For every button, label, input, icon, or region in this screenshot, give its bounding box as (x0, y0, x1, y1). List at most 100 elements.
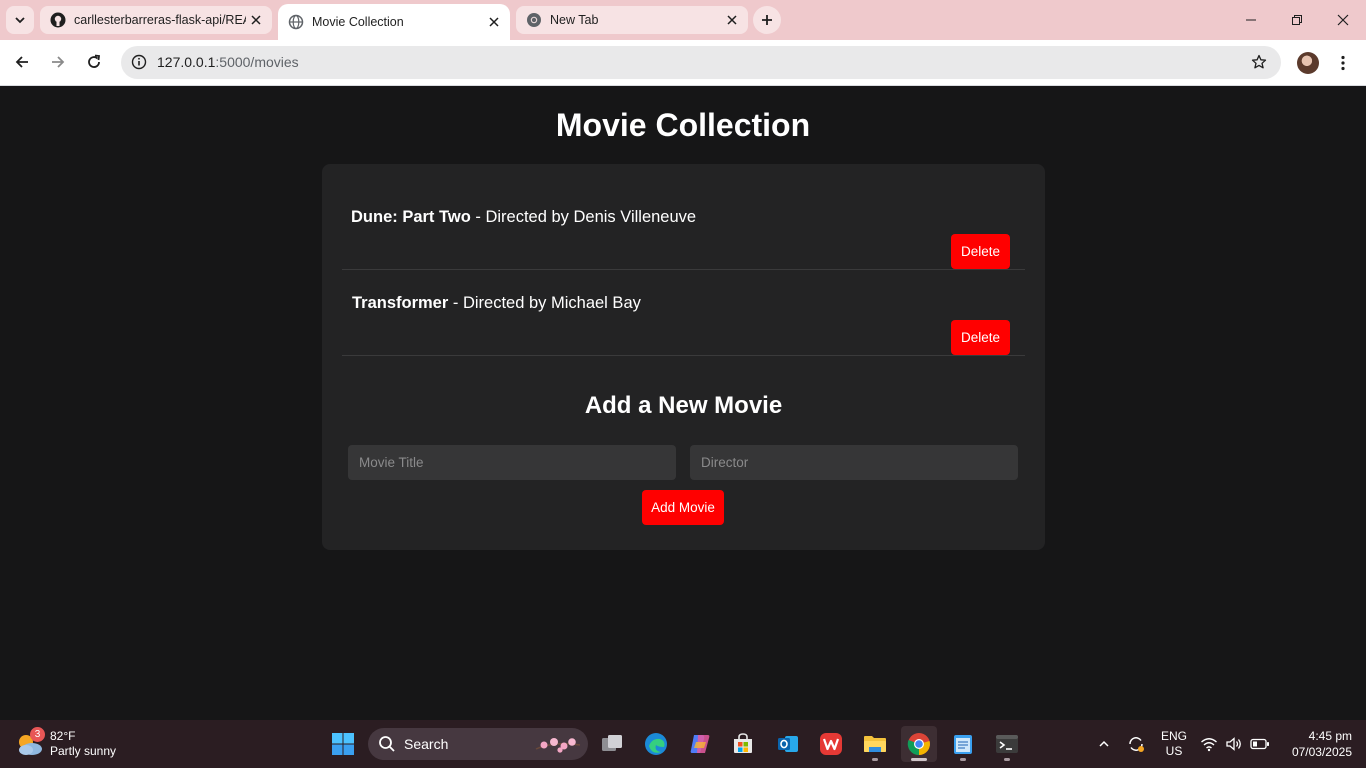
chrome-icon (526, 12, 542, 28)
weather-badge: 3 (30, 727, 45, 742)
clock-date: 07/03/2025 (1291, 745, 1352, 759)
arrow-left-icon (15, 56, 28, 68)
running-indicator (1004, 758, 1010, 761)
clock-time: 4:45 pm (1308, 729, 1352, 743)
close-icon[interactable] (484, 12, 504, 32)
movie-director: - Directed by Denis Villeneuve (470, 208, 697, 226)
wps-office-app[interactable] (813, 726, 849, 762)
quick-settings-button[interactable] (1200, 730, 1270, 758)
director-input[interactable] (690, 445, 1018, 480)
delete-button[interactable]: Delete (951, 234, 1010, 269)
profile-avatar[interactable] (1297, 52, 1319, 74)
movie-director: - Directed by Michael Bay (448, 294, 641, 312)
edge-icon (645, 733, 667, 755)
tab-title: carllesterbarreras-flask-api/README (74, 13, 246, 27)
tab-movie-collection[interactable]: Movie Collection (278, 4, 510, 40)
add-movie-button[interactable]: Add Movie (642, 490, 724, 525)
movie-info: Transformer - Directed by Michael Bay (352, 294, 641, 313)
language-indicator[interactable]: ENG US (1156, 728, 1192, 760)
back-button[interactable] (7, 47, 37, 77)
windows-start-icon (332, 733, 354, 755)
tab-search-button[interactable] (6, 6, 34, 34)
movie-list-item: Dune: Part Two - Directed by Denis Ville… (342, 184, 1025, 270)
weather-condition: Partly sunny (50, 744, 117, 758)
address-bar[interactable]: 127.0.0.1:5000/movies (121, 46, 1281, 79)
minimize-button[interactable] (1228, 0, 1274, 40)
tab-title: Movie Collection (312, 15, 404, 29)
site-info-icon[interactable] (129, 52, 149, 72)
close-icon[interactable] (722, 10, 742, 30)
battery-icon (1250, 738, 1269, 750)
movie-title: Dune: Part Two (351, 208, 471, 226)
running-indicator (960, 758, 966, 761)
weather-widget[interactable]: 3 82°F Partly sunny (14, 726, 116, 762)
reload-button[interactable] (79, 47, 109, 77)
page-content: Movie Collection Dune: Part Two - Direct… (0, 87, 1366, 720)
cherry-blossom-icon (535, 738, 581, 753)
running-indicator (911, 758, 927, 761)
partly-sunny-icon: 3 (14, 727, 45, 759)
globe-icon (288, 14, 304, 30)
page-title: Movie Collection (555, 107, 811, 143)
outlook-app[interactable] (770, 726, 806, 762)
delete-button[interactable]: Delete (951, 320, 1010, 355)
url-host: 127.0.0.1 (157, 54, 216, 70)
tab-github-readme[interactable]: carllesterbarreras-flask-api/README (40, 6, 272, 34)
store-icon (734, 733, 752, 753)
taskbar-clock[interactable]: 4:45 pm 07/03/2025 (1280, 728, 1352, 760)
close-icon[interactable] (246, 10, 266, 30)
new-tab-button[interactable] (753, 6, 781, 34)
taskbar-search[interactable]: Search (368, 728, 588, 760)
start-button[interactable] (325, 726, 361, 762)
movie-title-input[interactable] (348, 445, 676, 480)
wps-office-icon (820, 733, 842, 755)
file-explorer-app[interactable] (857, 726, 893, 762)
copilot-app[interactable] (682, 726, 718, 762)
chrome-icon (907, 733, 930, 756)
notepad-app[interactable] (945, 726, 981, 762)
sync-status-button[interactable] (1124, 730, 1148, 758)
restore-button[interactable] (1274, 0, 1320, 40)
forward-button[interactable] (43, 47, 73, 77)
wifi-icon (1201, 738, 1217, 752)
task-view-button[interactable] (594, 726, 630, 762)
movie-list-item: Transformer - Directed by Michael Bay De… (342, 270, 1025, 356)
notepad-icon (954, 735, 972, 754)
keyboard-layout: US (1165, 744, 1183, 758)
terminal-icon (996, 735, 1018, 753)
outlook-icon (778, 736, 798, 752)
plus-icon (762, 15, 772, 25)
running-indicator (872, 758, 878, 761)
browser-menu-button[interactable] (1331, 50, 1355, 76)
search-label: Search (404, 736, 449, 752)
search-icon (379, 736, 395, 752)
chevron-up-icon (1099, 740, 1109, 747)
language-code: ENG (1160, 729, 1187, 743)
movie-title: Transformer (352, 294, 449, 312)
show-hidden-icons-button[interactable] (1094, 730, 1114, 758)
chevron-down-icon (15, 17, 25, 24)
movie-card: Dune: Part Two - Directed by Denis Ville… (322, 164, 1045, 550)
store-app[interactable] (725, 726, 761, 762)
close-icon (1337, 14, 1349, 26)
edge-app[interactable] (638, 726, 674, 762)
tab-strip: carllesterbarreras-flask-api/README Movi… (0, 0, 1366, 40)
close-window-button[interactable] (1320, 0, 1366, 40)
url-text: 127.0.0.1:5000/movies (157, 54, 299, 70)
folder-icon (864, 736, 886, 752)
reload-icon (88, 54, 101, 68)
github-icon (50, 12, 66, 28)
bookmark-star-icon[interactable] (1249, 52, 1269, 72)
add-movie-heading: Add a New Movie (584, 392, 783, 419)
tab-new-tab[interactable]: New Tab (516, 6, 748, 34)
minimize-icon (1246, 19, 1256, 21)
terminal-app[interactable] (989, 726, 1025, 762)
more-vert-icon (1341, 55, 1345, 71)
weather-text: 82°F Partly sunny (50, 729, 116, 759)
restore-icon (1292, 15, 1302, 25)
chrome-app[interactable] (901, 726, 937, 762)
volume-icon (1226, 737, 1241, 751)
task-view-icon (602, 735, 622, 751)
tab-title: New Tab (550, 13, 599, 27)
movie-info: Dune: Part Two - Directed by Denis Ville… (351, 208, 696, 227)
